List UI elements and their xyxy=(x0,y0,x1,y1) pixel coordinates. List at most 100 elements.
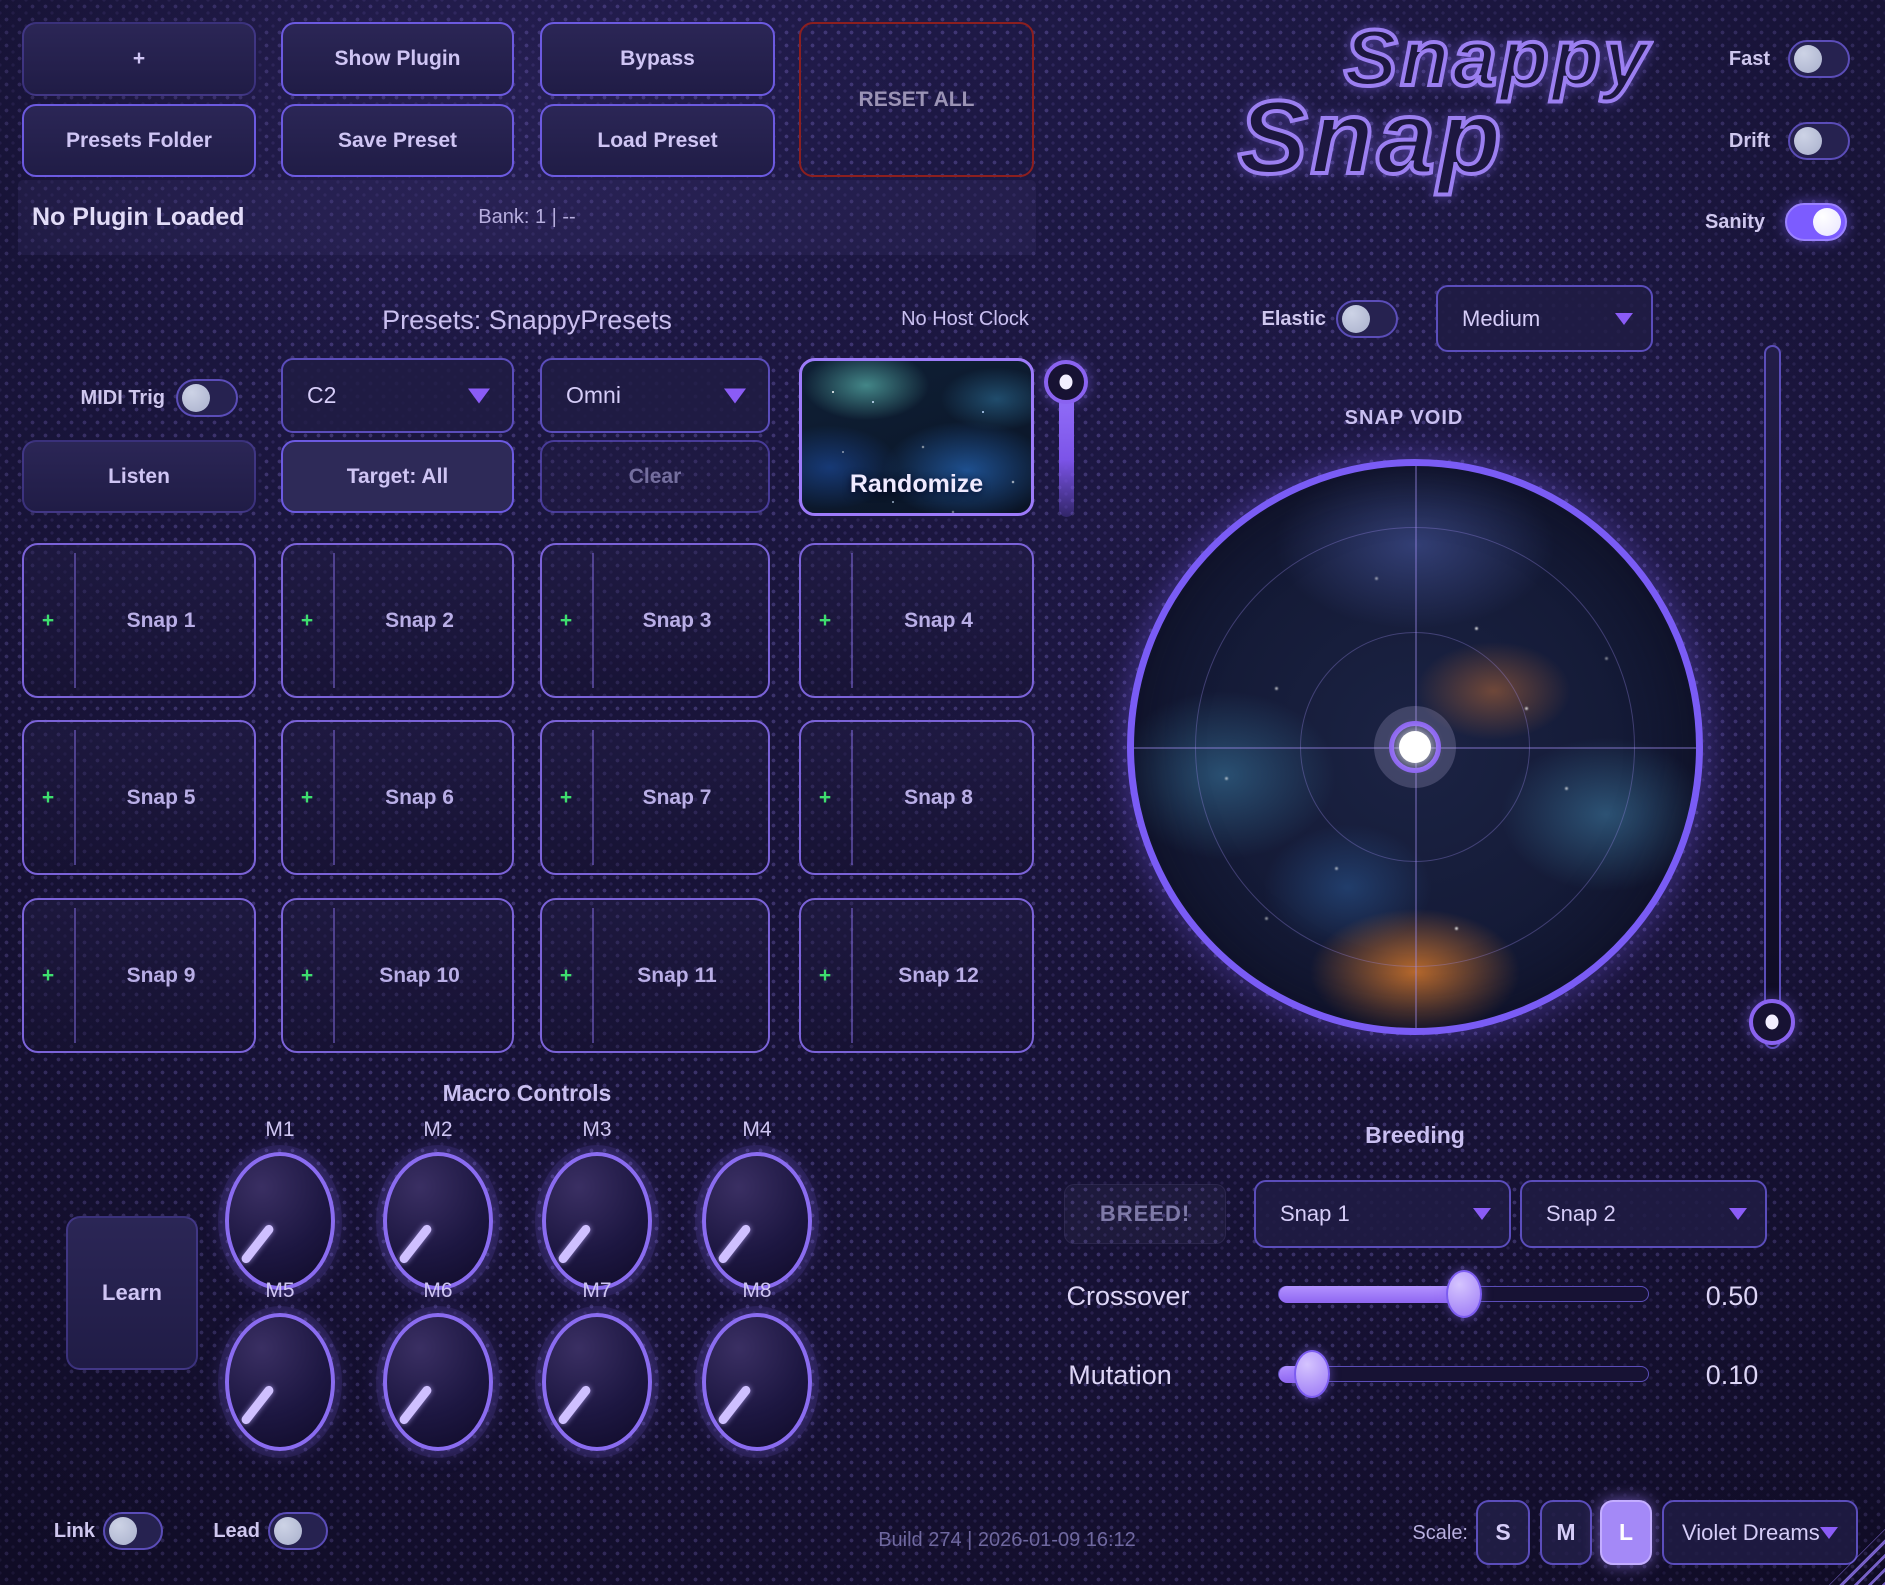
snap-slot[interactable]: + Snap 11 xyxy=(540,898,770,1053)
add-snap-icon[interactable]: + xyxy=(813,609,837,633)
snap-slot[interactable]: + Snap 9 xyxy=(22,898,256,1053)
add-snap-icon[interactable]: + xyxy=(813,786,837,810)
parent-a-value: Snap 1 xyxy=(1280,1201,1350,1227)
void-cursor[interactable] xyxy=(1399,731,1431,763)
snap-slot[interactable]: + Snap 8 xyxy=(799,720,1034,875)
theme-value: Violet Dreams xyxy=(1682,1520,1820,1546)
midi-trig-label: MIDI Trig xyxy=(40,379,165,417)
snap-slot[interactable]: + Snap 6 xyxy=(281,720,514,875)
chevron-down-icon xyxy=(1820,1527,1838,1539)
sanity-toggle[interactable] xyxy=(1785,203,1847,241)
chevron-down-icon xyxy=(1729,1208,1747,1220)
randomize-amount-knob[interactable] xyxy=(1044,360,1088,404)
add-snap-icon[interactable]: + xyxy=(36,964,60,988)
add-snap-icon[interactable]: + xyxy=(295,609,319,633)
midi-trig-toggle-knob xyxy=(182,384,210,412)
snap-slot[interactable]: + Snap 2 xyxy=(281,543,514,698)
midi-channel-dropdown[interactable]: Omni xyxy=(540,358,770,433)
add-plugin-button[interactable]: + xyxy=(22,22,256,96)
lead-label: Lead xyxy=(185,1512,260,1550)
elastic-label: Elastic xyxy=(1196,300,1326,338)
macro-knob[interactable] xyxy=(383,1313,493,1451)
plugin-window: + Show Plugin Bypass Presets Folder Save… xyxy=(0,0,1885,1585)
chevron-down-icon xyxy=(1473,1208,1491,1220)
scale-medium-button[interactable]: M xyxy=(1540,1500,1592,1565)
macro-knob[interactable] xyxy=(225,1152,335,1290)
mutation-slider[interactable] xyxy=(1278,1366,1649,1382)
add-snap-icon[interactable]: + xyxy=(554,964,578,988)
snap-slot[interactable]: + Snap 10 xyxy=(281,898,514,1053)
listen-button[interactable]: Listen xyxy=(22,440,256,513)
macro-knob[interactable] xyxy=(225,1313,335,1451)
snap-slot-label: Snap 6 xyxy=(335,722,504,873)
add-snap-icon[interactable]: + xyxy=(813,964,837,988)
mutation-label: Mutation xyxy=(1020,1360,1220,1391)
macro-knob[interactable] xyxy=(702,1152,812,1290)
scale-small-button[interactable]: S xyxy=(1476,1500,1530,1565)
knob-pointer xyxy=(557,1223,592,1265)
trigger-note-dropdown[interactable]: C2 xyxy=(281,358,514,433)
reset-all-button[interactable]: RESET ALL xyxy=(799,22,1034,177)
bank-label: Bank: 1 | -- xyxy=(18,180,1036,255)
macro-knob[interactable] xyxy=(383,1152,493,1290)
presets-title: Presets: SnappyPresets xyxy=(227,305,827,336)
void-size-dropdown[interactable]: Medium xyxy=(1436,285,1653,352)
link-toggle[interactable] xyxy=(103,1512,163,1550)
target-button[interactable]: Target: All xyxy=(281,440,514,513)
snap-slot[interactable]: + Snap 3 xyxy=(540,543,770,698)
knob-pointer xyxy=(717,1384,752,1426)
bypass-button[interactable]: Bypass xyxy=(540,22,775,96)
nebula-stars xyxy=(832,391,834,393)
crossover-slider[interactable] xyxy=(1278,1286,1649,1302)
lead-toggle[interactable] xyxy=(268,1512,328,1550)
add-snap-icon[interactable]: + xyxy=(295,964,319,988)
save-preset-button[interactable]: Save Preset xyxy=(281,104,514,177)
snap-void-pad[interactable] xyxy=(1127,459,1703,1035)
crossover-knob[interactable] xyxy=(1446,1270,1482,1318)
macro-knob-label: M6 xyxy=(378,1279,498,1303)
knob-pointer xyxy=(717,1223,752,1265)
drift-label: Drift xyxy=(1660,122,1770,160)
learn-button[interactable]: Learn xyxy=(66,1216,198,1370)
mutation-knob[interactable] xyxy=(1294,1350,1330,1398)
host-clock-status: No Host Clock xyxy=(865,308,1065,331)
drift-toggle[interactable] xyxy=(1788,122,1850,160)
add-snap-icon[interactable]: + xyxy=(554,786,578,810)
scale-large-button[interactable]: L xyxy=(1600,1500,1652,1565)
fast-toggle[interactable] xyxy=(1788,40,1850,78)
snap-slot-label: Snap 11 xyxy=(594,900,760,1051)
snap-slot-label: Snap 7 xyxy=(594,722,760,873)
midi-trig-toggle[interactable] xyxy=(176,379,238,417)
add-snap-icon[interactable]: + xyxy=(554,609,578,633)
snap-slot-label: Snap 5 xyxy=(76,722,246,873)
parent-a-dropdown[interactable]: Snap 1 xyxy=(1254,1180,1511,1248)
presets-folder-button[interactable]: Presets Folder xyxy=(22,104,256,177)
macro-knob[interactable] xyxy=(542,1313,652,1451)
elastic-toggle[interactable] xyxy=(1336,300,1398,338)
void-depth-knob[interactable] xyxy=(1749,999,1795,1045)
snap-slot[interactable]: + Snap 4 xyxy=(799,543,1034,698)
knob-pointer xyxy=(240,1223,275,1265)
theme-dropdown[interactable]: Violet Dreams xyxy=(1662,1500,1858,1565)
show-plugin-button[interactable]: Show Plugin xyxy=(281,22,514,96)
add-snap-icon[interactable]: + xyxy=(36,609,60,633)
snap-slot[interactable]: + Snap 12 xyxy=(799,898,1034,1053)
randomize-label: Randomize xyxy=(802,470,1031,499)
parent-b-dropdown[interactable]: Snap 2 xyxy=(1520,1180,1767,1248)
macro-knob[interactable] xyxy=(542,1152,652,1290)
randomize-button[interactable]: Randomize xyxy=(799,358,1034,516)
clear-button[interactable]: Clear xyxy=(540,440,770,513)
add-snap-icon[interactable]: + xyxy=(36,786,60,810)
snap-slot-label: Snap 9 xyxy=(76,900,246,1051)
load-preset-button[interactable]: Load Preset xyxy=(540,104,775,177)
void-depth-slider[interactable] xyxy=(1764,345,1781,1049)
snap-slot[interactable]: + Snap 1 xyxy=(22,543,256,698)
add-snap-icon[interactable]: + xyxy=(295,786,319,810)
snap-slot[interactable]: + Snap 7 xyxy=(540,720,770,875)
crossover-value: 0.50 xyxy=(1672,1281,1792,1312)
snap-slot[interactable]: + Snap 5 xyxy=(22,720,256,875)
snap-slot-label: Snap 3 xyxy=(594,545,760,696)
macro-knob[interactable] xyxy=(702,1313,812,1451)
breed-button[interactable]: BREED! xyxy=(1064,1184,1226,1244)
chevron-down-icon xyxy=(1615,313,1633,325)
